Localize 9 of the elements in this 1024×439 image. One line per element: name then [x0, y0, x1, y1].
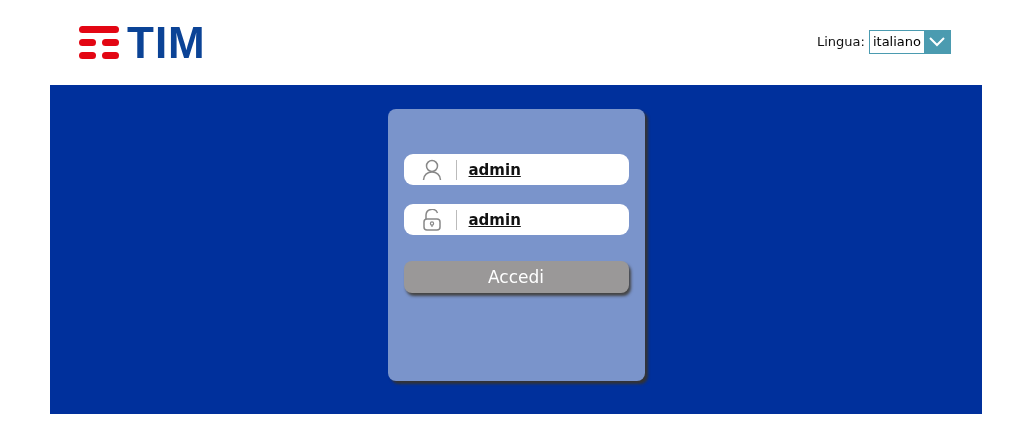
unlocked-padlock-icon	[421, 208, 442, 231]
language-label: Lingua:	[817, 34, 865, 49]
chevron-down-icon	[929, 36, 945, 47]
password-field[interactable]: admin	[403, 204, 629, 235]
username-field[interactable]: admin	[403, 154, 629, 185]
user-icon	[421, 158, 442, 181]
language-select[interactable]: italiano	[868, 29, 951, 54]
logo-text: TIM	[127, 20, 206, 65]
logo-stripes-icon	[79, 25, 119, 60]
